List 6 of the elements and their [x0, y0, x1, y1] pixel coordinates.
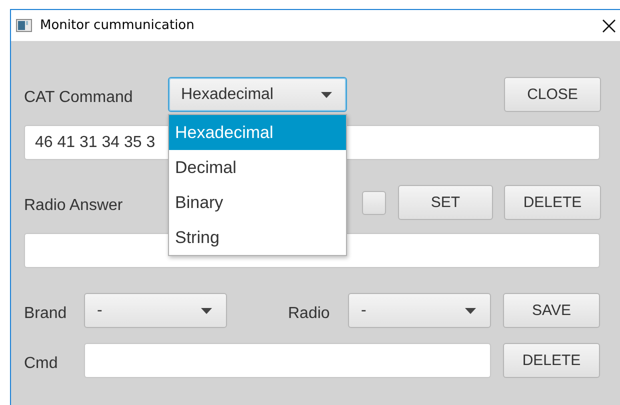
field-label: Cmd: [24, 354, 59, 372]
field-label: Radio: [288, 304, 331, 322]
window-title: Monitor cummunication: [40, 18, 196, 33]
field-label: CAT Command: [24, 88, 134, 106]
field-label: Radio Answer: [24, 196, 123, 214]
field-label: Brand: [24, 304, 68, 322]
